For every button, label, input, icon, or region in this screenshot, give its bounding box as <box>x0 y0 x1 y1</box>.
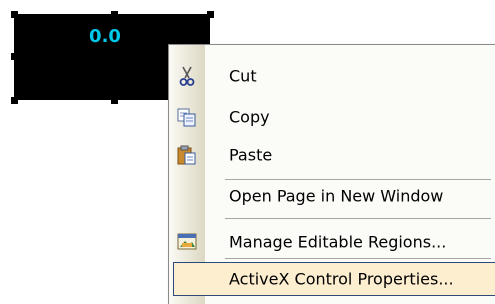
scissors-icon <box>179 66 195 86</box>
resize-handle-top-right[interactable] <box>207 11 214 18</box>
menu-item-manage-editable-regions[interactable]: Manage Editable Regions... <box>170 225 494 259</box>
menu-item-label: ActiveX Control Properties... <box>229 269 454 289</box>
resize-handle-bottom-left[interactable] <box>11 97 18 104</box>
resize-handle-top-left[interactable] <box>11 11 18 18</box>
menu-item-activex-control-properties[interactable]: ActiveX Control Properties... <box>173 262 495 296</box>
menu-separator <box>225 218 491 219</box>
menu-item-paste[interactable]: Paste <box>170 138 494 172</box>
menu-item-label: Open Page in New Window <box>229 186 444 206</box>
resize-handle-top[interactable] <box>111 11 118 18</box>
menu-separator <box>225 258 491 259</box>
copy-icon <box>177 108 196 127</box>
menu-item-copy[interactable]: Copy <box>170 100 494 134</box>
resize-handle-left[interactable] <box>11 53 18 60</box>
menu-item-cut[interactable]: Cut <box>170 59 494 93</box>
context-menu: Cut Copy Paste Open Page in New Window M… <box>168 44 495 304</box>
menu-item-label: Paste <box>229 145 273 165</box>
editable-regions-icon <box>177 233 197 250</box>
menu-item-label: Cut <box>229 66 257 86</box>
menu-item-label: Copy <box>229 107 270 127</box>
menu-item-open-page-in-new-window[interactable]: Open Page in New Window <box>170 179 494 213</box>
paste-icon <box>177 145 196 165</box>
resize-handle-bottom[interactable] <box>111 97 118 104</box>
menu-item-label: Manage Editable Regions... <box>229 232 447 252</box>
